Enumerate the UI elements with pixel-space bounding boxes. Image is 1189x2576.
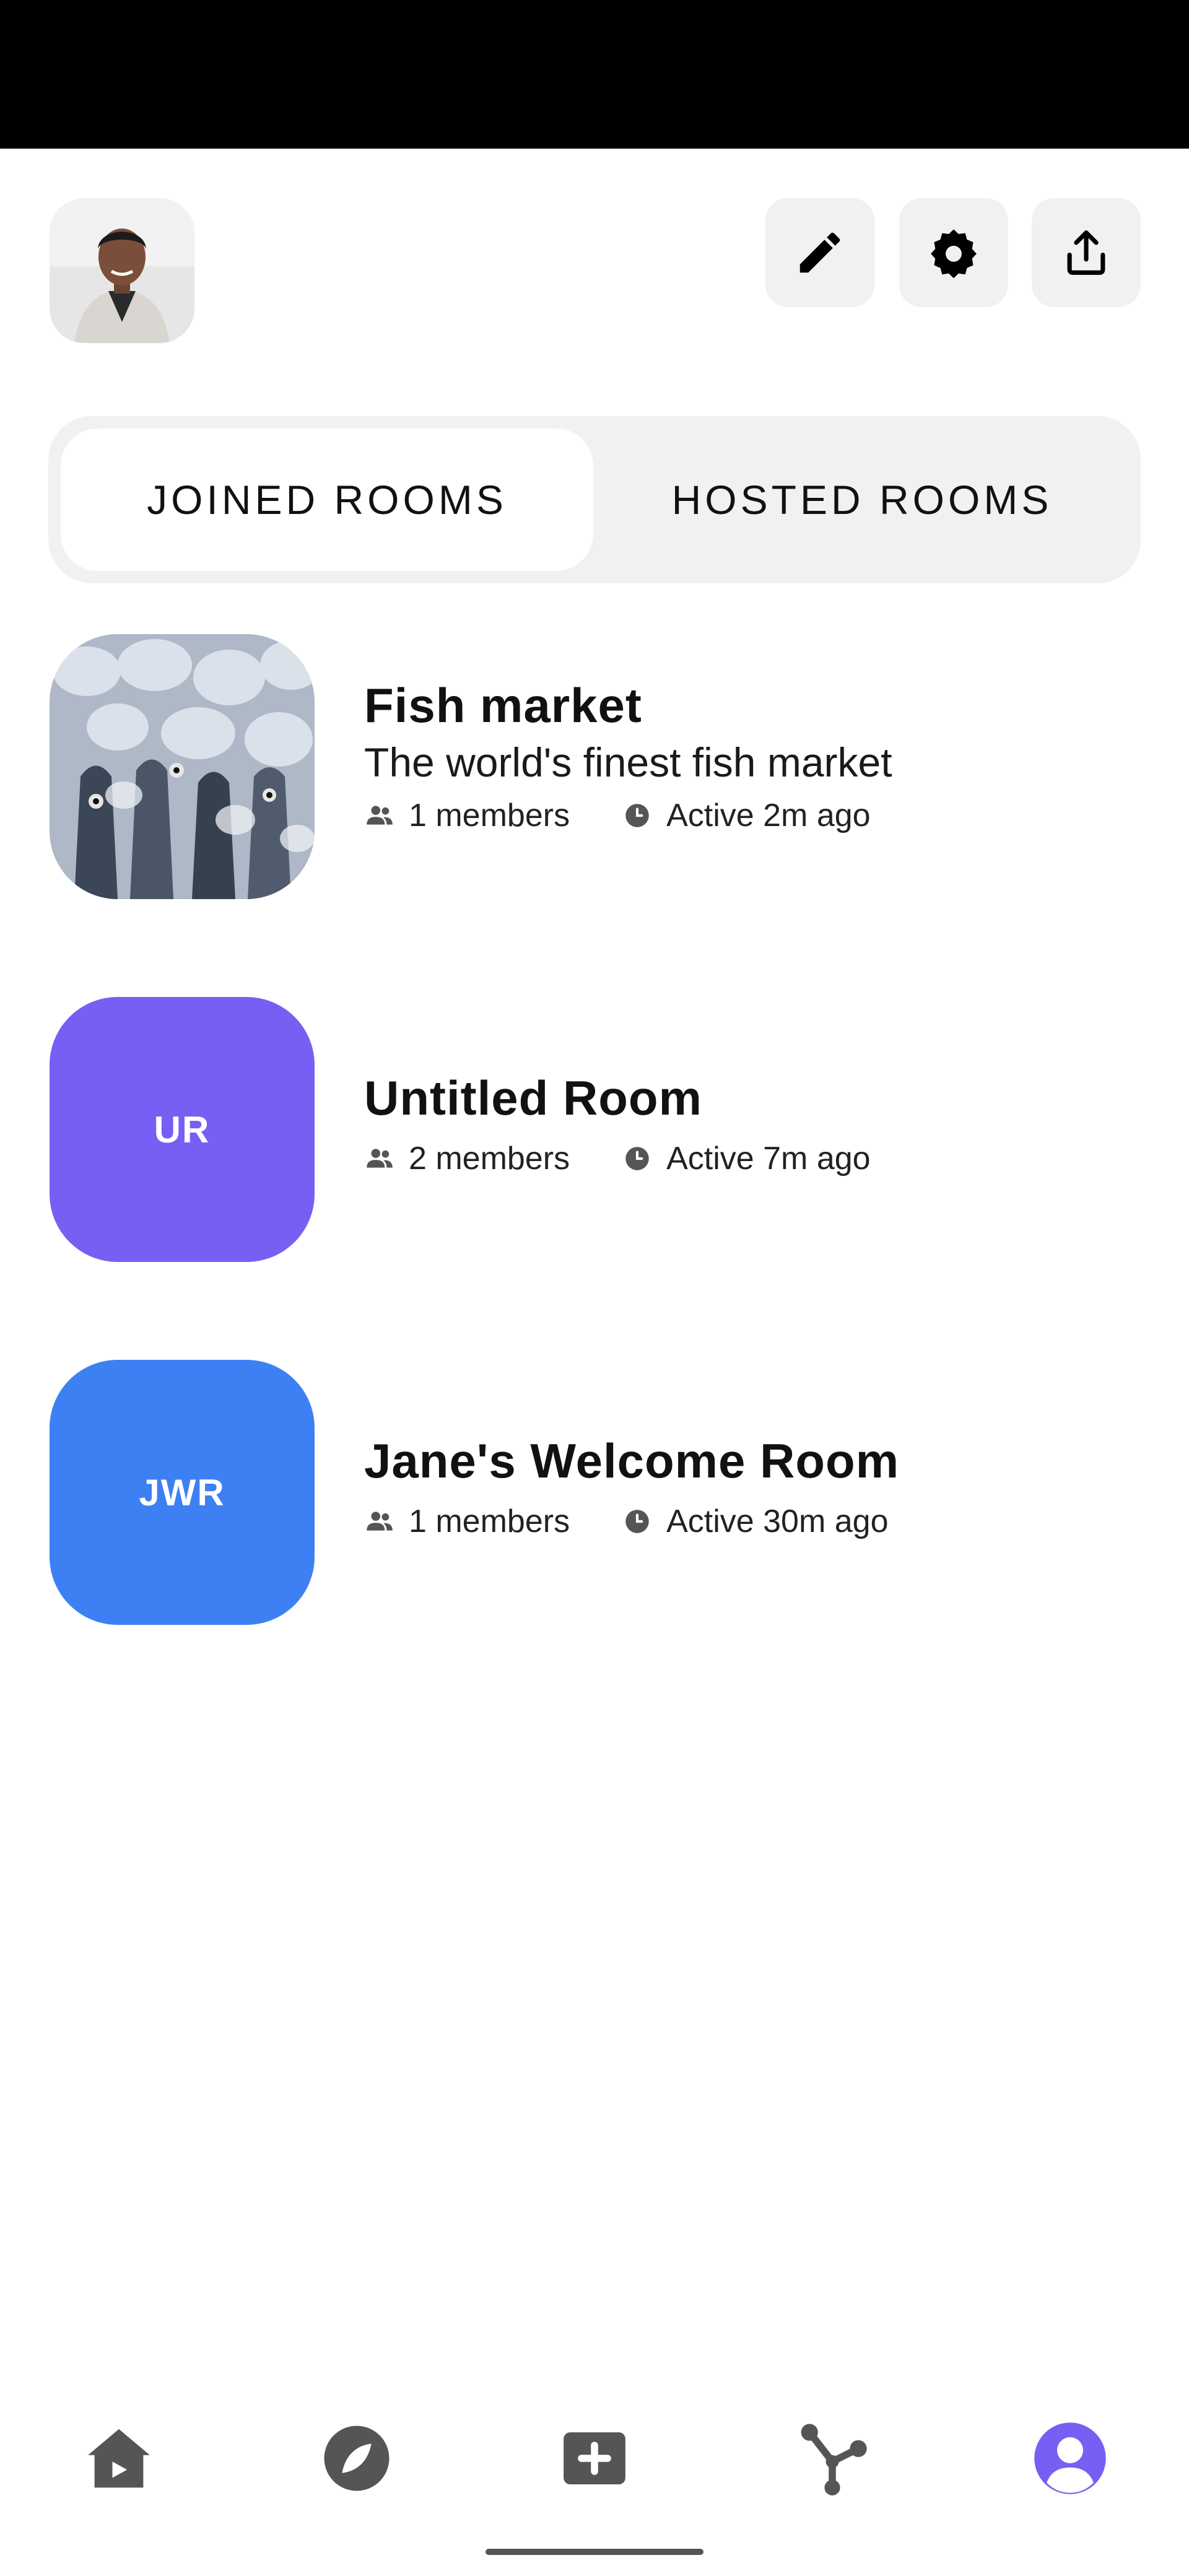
status-bar [0, 0, 1189, 149]
explore-icon [324, 2426, 390, 2491]
room-item-fish-market[interactable]: Fish market The world's finest fish mark… [50, 634, 1139, 900]
gear-icon [931, 229, 977, 279]
tab-joined-rooms[interactable]: JOINED ROOMS [61, 429, 593, 571]
room-info: Untitled Room 2 members Active 7m ago [364, 1070, 871, 1177]
last-active: Active 30m ago [666, 1503, 889, 1539]
nav-explore[interactable] [313, 2415, 400, 2502]
avatar-image [50, 198, 194, 343]
last-active: Active 7m ago [666, 1141, 871, 1177]
nav-create[interactable] [551, 2415, 638, 2502]
last-active: Active 2m ago [666, 798, 871, 833]
room-name: Fish market [364, 678, 642, 733]
tab-hosted-rooms[interactable]: HOSTED ROOMS [596, 429, 1128, 571]
member-count: 1 members [409, 1503, 570, 1539]
room-meta: 2 members Active 7m ago [364, 1140, 871, 1177]
share-icon [1067, 230, 1105, 275]
bottom-navigation [0, 2378, 1189, 2514]
room-thumbnail: UR [50, 997, 315, 1262]
profile-avatar[interactable] [50, 198, 194, 343]
home-indicator[interactable] [486, 2549, 703, 2555]
room-tabs: JOINED ROOMS HOSTED ROOMS [48, 416, 1141, 583]
clock-icon [625, 1147, 649, 1170]
room-item-untitled-room[interactable]: UR Untitled Room 2 members Active 7m ago [50, 997, 1139, 1263]
fish-image [50, 634, 315, 899]
room-info: Fish market The world's finest fish mark… [364, 677, 892, 834]
room-item-janes-welcome-room[interactable]: JWR Jane's Welcome Room 1 members Active… [50, 1360, 1139, 1626]
room-initials: JWR [139, 1471, 225, 1513]
nav-profile[interactable] [1027, 2415, 1113, 2502]
room-thumbnail [50, 634, 315, 899]
pencil-icon [799, 232, 840, 273]
room-meta: 1 members Active 30m ago [364, 1503, 899, 1540]
clock-icon [625, 1510, 649, 1533]
room-initials: UR [154, 1108, 211, 1151]
clock-icon [625, 804, 649, 827]
nav-home[interactable] [76, 2415, 162, 2502]
profile-icon [1034, 2422, 1106, 2494]
add-icon [564, 2432, 625, 2484]
room-name: Jane's Welcome Room [364, 1434, 900, 1488]
members-icon [367, 1149, 393, 1168]
room-meta: 1 members Active 2m ago [364, 797, 892, 834]
member-count: 1 members [409, 798, 570, 833]
settings-button[interactable] [899, 198, 1008, 307]
edit-button[interactable] [765, 198, 874, 307]
room-description: The world's finest fish market [364, 739, 892, 785]
share-button[interactable] [1032, 198, 1141, 307]
members-icon [367, 1512, 393, 1531]
room-info: Jane's Welcome Room 1 members Active 30m… [364, 1433, 899, 1540]
member-count: 2 members [409, 1141, 570, 1177]
network-icon [801, 2424, 867, 2496]
home-icon [88, 2429, 150, 2488]
nav-network[interactable] [789, 2415, 876, 2502]
room-name: Untitled Room [364, 1071, 702, 1125]
room-thumbnail: JWR [50, 1360, 315, 1625]
members-icon [367, 806, 393, 825]
